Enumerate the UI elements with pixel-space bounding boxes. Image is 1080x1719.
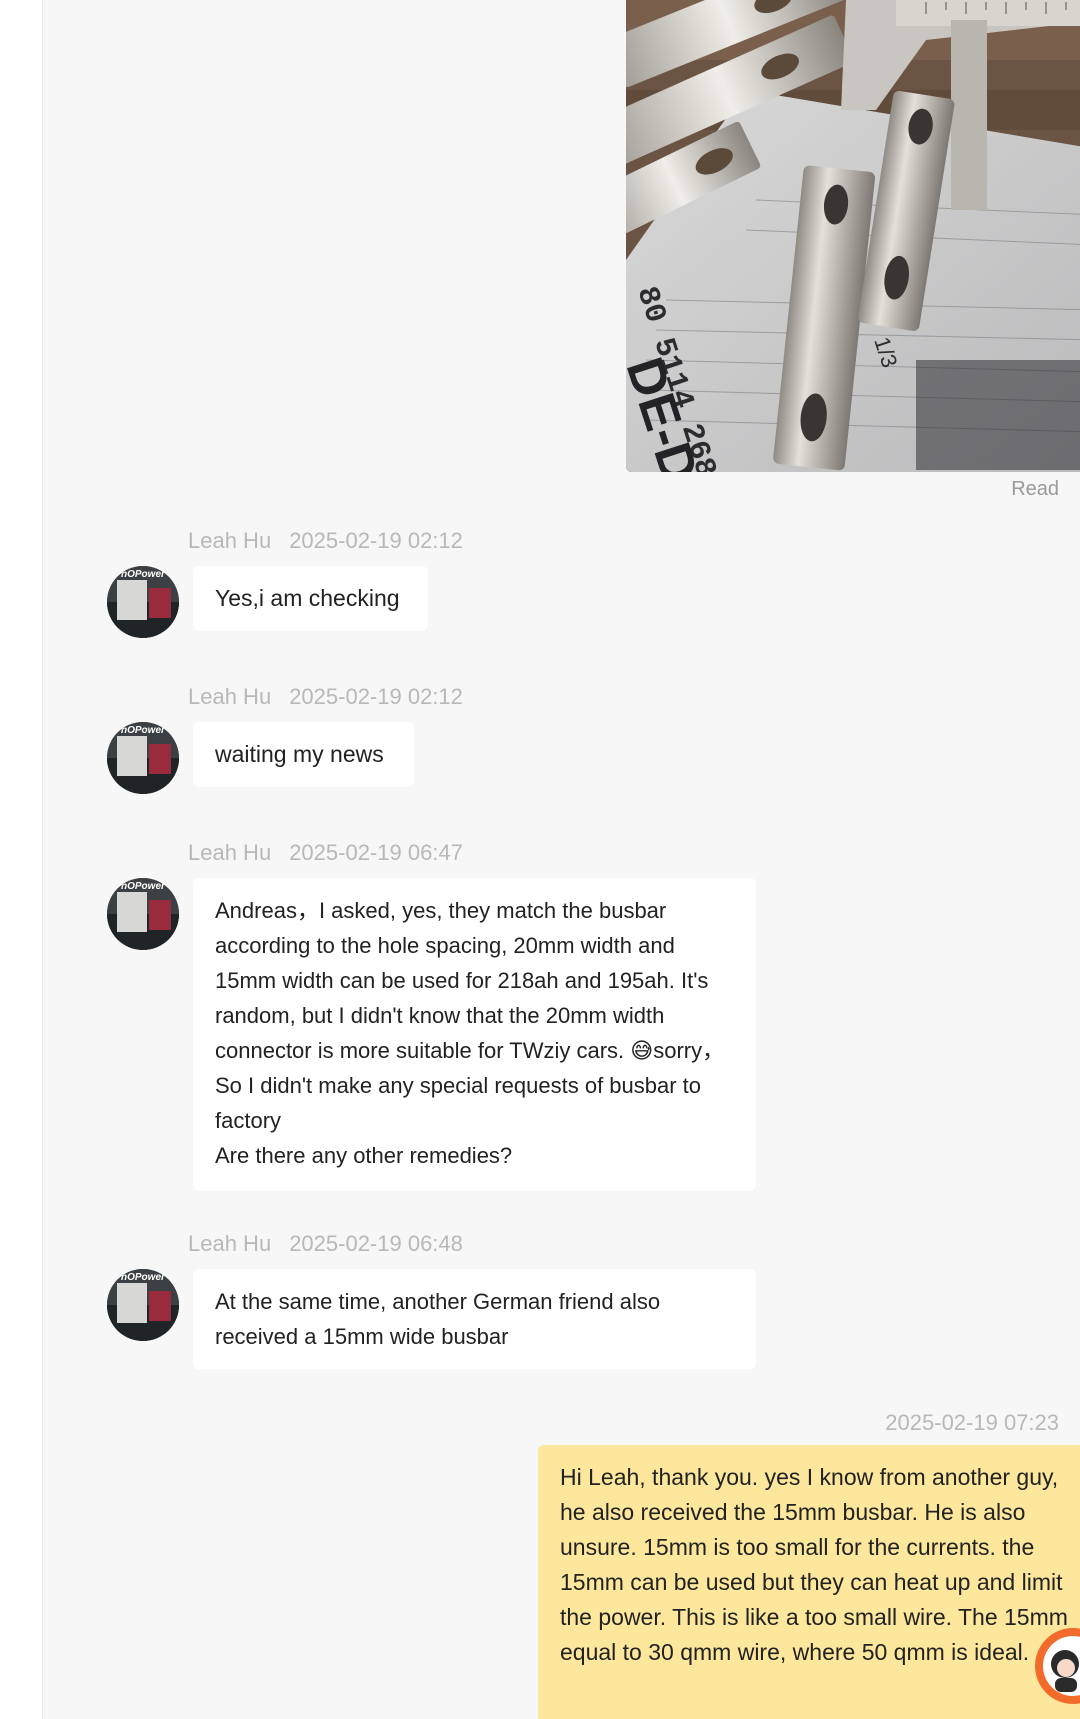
busbar-photo[interactable]: 80 5114 2680 24 DE-DI 1/3 <box>626 0 1080 472</box>
avatar-brand-text: nOPower <box>121 881 166 892</box>
sender-name: Leah Hu <box>188 528 272 553</box>
message-meta: Leah Hu 2025-02-19 06:48 <box>188 1231 463 1257</box>
message-time: 2025-02-19 02:12 <box>289 684 463 709</box>
message-bubble[interactable]: Yes,i am checking <box>193 566 428 631</box>
message-bubble[interactable]: At the same time, another German friend … <box>193 1269 756 1369</box>
avatar[interactable]: nOPower <box>107 722 179 794</box>
message-time: 2025-02-19 06:48 <box>289 1231 463 1256</box>
message-bubble[interactable]: Andreas，I asked, yes, they match the bus… <box>193 878 756 1191</box>
avatar[interactable]: nOPower <box>107 566 179 638</box>
left-gutter <box>0 0 43 1719</box>
message-bubble[interactable]: waiting my news <box>193 722 414 787</box>
message-meta: Leah Hu 2025-02-19 06:47 <box>188 840 463 866</box>
chat-page: 80 5114 2680 24 DE-DI 1/3 Read Leah Hu 2… <box>0 0 1080 1719</box>
chat-pane[interactable]: 80 5114 2680 24 DE-DI 1/3 Read Leah Hu 2… <box>43 0 1080 1719</box>
avatar[interactable]: nOPower <box>107 1269 179 1341</box>
read-status: Read <box>1011 478 1059 500</box>
sender-name: Leah Hu <box>188 684 272 709</box>
avatar-brand-text: nOPower <box>121 1272 166 1283</box>
message-time: 2025-02-19 06:47 <box>289 840 463 865</box>
outgoing-message-bubble[interactable]: Hi Leah, thank you. yes I know from anot… <box>538 1445 1080 1719</box>
avatar[interactable]: nOPower <box>107 878 179 950</box>
avatar-image: nOPower <box>107 878 179 950</box>
message-time: 2025-02-19 02:12 <box>289 528 463 553</box>
sender-name: Leah Hu <box>188 840 272 865</box>
message-meta: Leah Hu 2025-02-19 02:12 <box>188 528 463 554</box>
avatar-image: nOPower <box>107 1269 179 1341</box>
avatar-image: nOPower <box>107 566 179 638</box>
avatar-brand-text: nOPower <box>121 569 166 580</box>
outgoing-message-time: 2025-02-19 07:23 <box>885 1410 1059 1435</box>
message-meta: Leah Hu 2025-02-19 02:12 <box>188 684 463 710</box>
busbar-photo-image: 80 5114 2680 24 DE-DI 1/3 <box>626 0 1080 472</box>
avatar-brand-text: nOPower <box>121 725 166 736</box>
avatar-image: nOPower <box>107 722 179 794</box>
sender-name: Leah Hu <box>188 1231 272 1256</box>
